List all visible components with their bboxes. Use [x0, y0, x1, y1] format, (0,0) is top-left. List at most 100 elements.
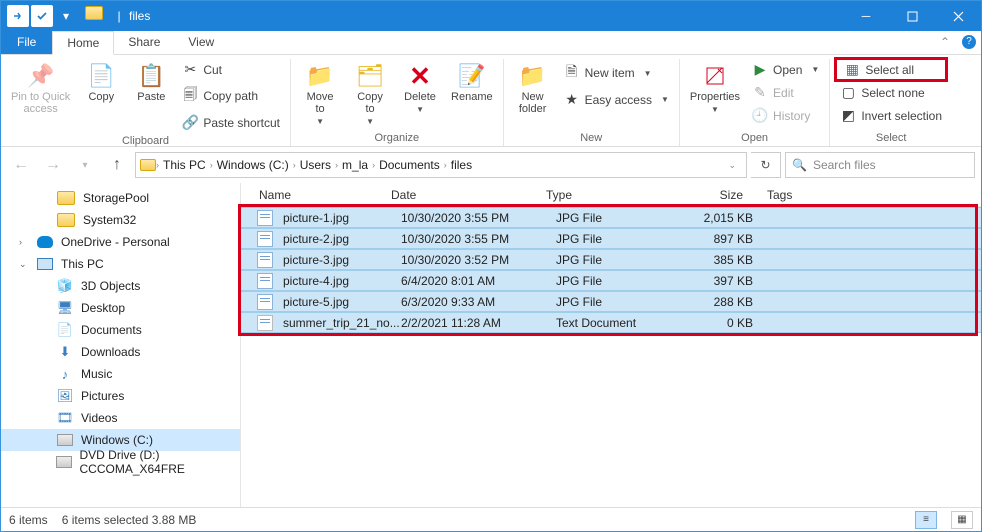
file-name: picture-2.jpg	[283, 232, 401, 246]
breadcrumb-item[interactable]: Windows (C:)	[213, 158, 293, 172]
tree-item[interactable]: ⌄ This PC	[1, 253, 240, 275]
qat-dropdown-icon[interactable]: ▾	[55, 5, 77, 27]
select-none-icon: ▢	[840, 84, 856, 101]
close-button[interactable]	[935, 1, 981, 31]
tree-item[interactable]: DVD Drive (D:) CCCOMA_X64FRE	[1, 451, 240, 473]
qat-check-icon[interactable]	[31, 5, 53, 27]
file-type: Text Document	[556, 316, 676, 330]
delete-button[interactable]: ✕Delete▼	[397, 59, 443, 116]
tree-item[interactable]: StoragePool	[1, 187, 240, 209]
group-new-label: New	[580, 130, 602, 146]
tree-item[interactable]: ♪Music	[1, 363, 240, 385]
tab-share[interactable]: Share	[114, 30, 174, 54]
breadcrumb-item[interactable]: m_la	[338, 158, 372, 172]
pin-to-quick-access-button[interactable]: 📌 Pin to Quick access	[7, 59, 74, 117]
tree-item-label: Videos	[81, 411, 117, 425]
file-row[interactable]: summer_trip_21_no...2/2/2021 11:28 AMTex…	[241, 312, 981, 333]
tab-home[interactable]: Home	[52, 31, 114, 55]
copy-to-button[interactable]: 🗂Copy to▼	[347, 59, 393, 128]
maximize-button[interactable]	[889, 1, 935, 31]
edit-button[interactable]: ✎Edit	[748, 82, 823, 103]
nav-back-button[interactable]: ←	[7, 152, 35, 178]
file-size: 397 KB	[676, 274, 771, 288]
new-item-icon: 🗎	[564, 61, 580, 85]
file-row[interactable]: picture-2.jpg10/30/2020 3:55 PMJPG File8…	[241, 228, 981, 249]
tab-file[interactable]: File	[1, 30, 52, 54]
nav-recent-button[interactable]: ▾	[71, 152, 99, 178]
breadcrumb-item[interactable]: Users	[296, 158, 335, 172]
edit-icon: ✎	[752, 84, 768, 101]
copy-icon: 📄	[88, 61, 115, 91]
search-icon: 🔍	[792, 158, 807, 172]
col-size[interactable]: Size	[666, 188, 761, 202]
tree-item-label: This PC	[61, 257, 104, 271]
ribbon-collapse-icon[interactable]: ⌃	[933, 30, 957, 54]
file-icon	[257, 315, 273, 331]
file-date: 6/4/2020 8:01 AM	[401, 274, 556, 288]
breadcrumb-bar[interactable]: › This PC› Windows (C:)› Users› m_la› Do…	[135, 152, 747, 178]
file-row[interactable]: picture-4.jpg6/4/2020 8:01 AMJPG File397…	[241, 270, 981, 291]
file-size: 0 KB	[676, 316, 771, 330]
select-all-button[interactable]: ▦Select all	[836, 59, 946, 80]
invert-selection-icon: ◩	[840, 107, 856, 124]
file-row[interactable]: picture-3.jpg10/30/2020 3:52 PMJPG File3…	[241, 249, 981, 270]
view-thumbnails-button[interactable]: ▦	[951, 511, 973, 529]
tree-item[interactable]: ›OneDrive - Personal	[1, 231, 240, 253]
breadcrumb-item[interactable]: Documents	[375, 158, 444, 172]
expander-icon[interactable]: ⌄	[19, 259, 29, 270]
history-button[interactable]: 🕘History	[748, 105, 823, 126]
tree-item[interactable]: 🎞Videos	[1, 407, 240, 429]
tree-item[interactable]: 📄Documents	[1, 319, 240, 341]
rename-button[interactable]: 📝Rename	[447, 59, 497, 105]
file-row[interactable]: picture-1.jpg10/30/2020 3:55 PMJPG File2…	[241, 207, 981, 228]
file-name: picture-5.jpg	[283, 295, 401, 309]
col-name[interactable]: Name	[241, 188, 391, 202]
paste-button[interactable]: 📋 Paste	[128, 59, 174, 105]
tree-item[interactable]: 🖥Desktop	[1, 297, 240, 319]
breadcrumb-item[interactable]: files	[447, 158, 476, 172]
new-folder-button[interactable]: 📁New folder	[510, 59, 556, 117]
tab-view[interactable]: View	[174, 30, 228, 54]
tree-item[interactable]: 🧊3D Objects	[1, 275, 240, 297]
breadcrumb-item[interactable]: This PC	[159, 158, 210, 172]
col-date[interactable]: Date	[391, 188, 546, 202]
view-details-button[interactable]: ≡	[915, 511, 937, 529]
select-none-button[interactable]: ▢Select none	[836, 82, 946, 103]
cut-button[interactable]: ✂Cut	[178, 59, 284, 80]
easy-access-button[interactable]: ★Easy access▼	[560, 89, 673, 110]
invert-selection-button[interactable]: ◩Invert selection	[836, 105, 946, 126]
col-type[interactable]: Type	[546, 188, 666, 202]
col-tags[interactable]: Tags	[761, 188, 981, 202]
breadcrumb-dropdown-icon[interactable]: ⌄	[722, 160, 742, 171]
navigation-tree: StoragePoolSystem32›OneDrive - Personal⌄…	[1, 183, 241, 507]
help-button[interactable]: ?	[957, 30, 981, 54]
tree-item-label: Pictures	[81, 389, 124, 403]
tree-item-icon	[37, 258, 53, 270]
expander-icon[interactable]: ›	[19, 237, 29, 247]
search-box[interactable]: 🔍 Search files	[785, 152, 975, 178]
qat-arrow-icon[interactable]	[7, 5, 29, 27]
copy-button[interactable]: 📄 Copy	[78, 59, 124, 105]
pin-icon: 📌	[27, 61, 54, 91]
move-to-button[interactable]: 📁Move to▼	[297, 59, 343, 128]
easy-access-icon: ★	[564, 91, 580, 108]
nav-up-button[interactable]: ↑	[103, 152, 131, 178]
nav-forward-button[interactable]: →	[39, 152, 67, 178]
minimize-button[interactable]: ─	[843, 1, 889, 31]
tree-item-label: 3D Objects	[81, 279, 140, 293]
new-item-button[interactable]: 🗎New item▼	[560, 59, 673, 87]
copy-path-button[interactable]: 🗐Copy path	[178, 82, 284, 110]
tree-item[interactable]: System32	[1, 209, 240, 231]
file-type: JPG File	[556, 295, 676, 309]
open-button[interactable]: ▶Open▼	[748, 59, 823, 80]
ribbon: 📌 Pin to Quick access 📄 Copy 📋 Paste ✂Cu…	[1, 55, 981, 147]
paste-shortcut-button[interactable]: 🔗Paste shortcut	[178, 112, 284, 133]
tree-item-label: Documents	[81, 323, 142, 337]
status-bar: 6 items 6 items selected 3.88 MB ≡ ▦	[1, 507, 981, 531]
move-to-icon: 📁	[306, 61, 333, 91]
file-row[interactable]: picture-5.jpg6/3/2020 9:33 AMJPG File288…	[241, 291, 981, 312]
refresh-button[interactable]: ↻	[751, 152, 781, 178]
tree-item[interactable]: 🖼Pictures	[1, 385, 240, 407]
properties-button[interactable]: Properties▼	[686, 59, 744, 116]
tree-item[interactable]: ⬇Downloads	[1, 341, 240, 363]
